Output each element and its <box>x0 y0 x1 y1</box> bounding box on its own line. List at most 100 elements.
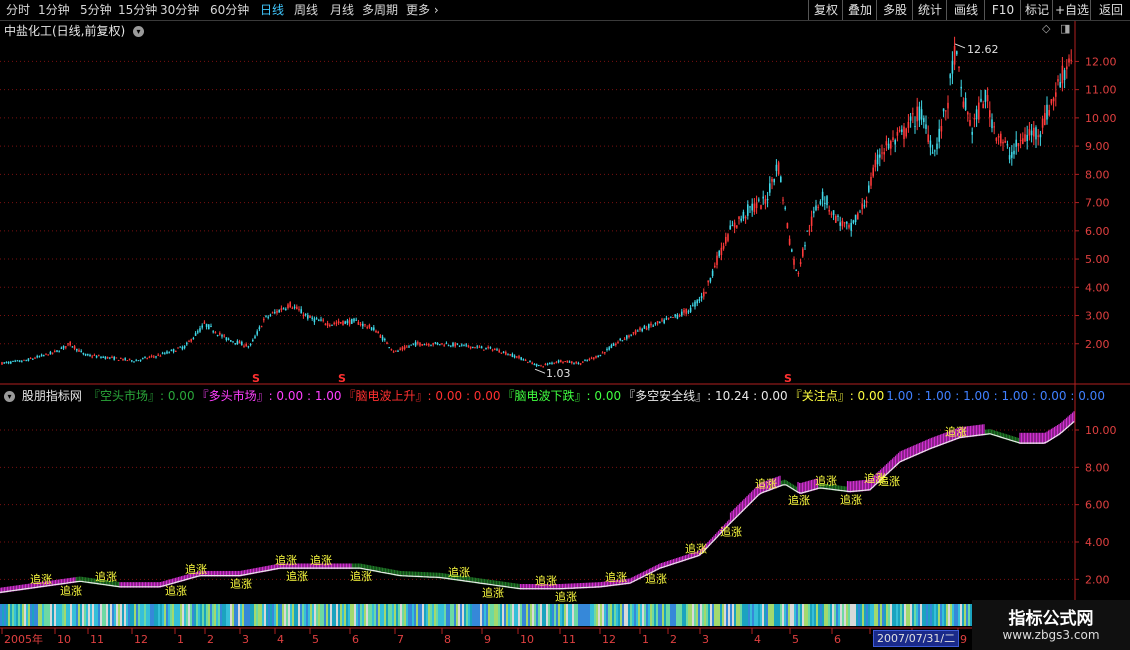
candle-body <box>892 137 894 141</box>
candle-body <box>381 336 384 341</box>
toolbar-button-5[interactable]: F10 <box>984 0 1021 20</box>
candle-body <box>265 315 267 317</box>
main-tick-label-0: 2.00 <box>1085 338 1110 351</box>
candle-body <box>1033 127 1035 137</box>
stripe-bar <box>54 604 56 626</box>
tag-label-17: 追涨 <box>720 524 742 538</box>
stripe-bar <box>456 604 458 626</box>
candle-body <box>98 355 100 357</box>
candle-body <box>447 345 450 347</box>
candle-body <box>280 308 283 311</box>
toolbar-button-3[interactable]: 统计 <box>912 0 947 20</box>
stripe-bar <box>956 604 958 626</box>
tag-label-5: 追涨 <box>230 577 252 591</box>
toolbar-button-7[interactable]: +自选 <box>1052 0 1091 20</box>
stripe-bar <box>814 604 816 626</box>
toolbar-button-8[interactable]: 返回 <box>1090 0 1130 20</box>
candle-body <box>7 361 10 364</box>
stripe-bar <box>414 604 416 626</box>
candle-body <box>194 333 197 336</box>
stripe-bar <box>188 604 190 626</box>
stripe-bar <box>96 604 98 626</box>
stripe-bar <box>388 604 390 626</box>
tag-label-0: 追涨 <box>30 572 52 586</box>
stripe-bar <box>684 604 686 626</box>
candle-body <box>366 327 368 329</box>
candle-body <box>144 357 146 359</box>
period-tab-7[interactable]: 周线 <box>294 0 318 20</box>
period-tab-9[interactable]: 多周期 <box>362 0 398 20</box>
stripe-bar <box>878 604 880 626</box>
period-tab-6[interactable]: 日线 <box>260 0 284 20</box>
stripe-bar <box>930 604 932 626</box>
candle-body <box>663 319 665 324</box>
toolbar-button-2[interactable]: 多股 <box>876 0 913 20</box>
candle-body <box>964 97 967 110</box>
period-tab-1[interactable]: 1分钟 <box>38 0 70 20</box>
candle-body <box>817 206 819 208</box>
candle-body <box>821 191 824 201</box>
stripe-bar <box>462 604 464 626</box>
period-tab-4[interactable]: 30分钟 <box>160 0 199 20</box>
toolbar-button-4[interactable]: 画线 <box>946 0 985 20</box>
date-tick-label-13: 10 <box>520 633 534 646</box>
candle-body <box>111 356 113 358</box>
tag-label-21: 追涨 <box>840 493 862 507</box>
candle-body <box>364 324 366 326</box>
stripe-bar <box>166 604 168 626</box>
period-tab-0[interactable]: 分时 <box>6 0 30 20</box>
period-tab-10[interactable]: 更多 › <box>406 0 439 20</box>
candle-body <box>969 120 971 126</box>
candle-body <box>956 51 958 55</box>
candle-body <box>606 348 608 350</box>
stripe-bar <box>354 604 356 626</box>
stripe-bar <box>494 604 496 626</box>
stripe-bar <box>554 604 556 626</box>
candle-body <box>201 325 203 328</box>
date-tick-label-21: 6 <box>834 633 841 646</box>
stripe-bar <box>384 604 386 626</box>
stripe-bar <box>552 604 554 626</box>
period-tab-5[interactable]: 60分钟 <box>210 0 249 20</box>
stripe-bar <box>336 604 338 626</box>
stripe-bar <box>528 604 530 626</box>
candle-body <box>172 349 175 352</box>
stripe-bar <box>344 604 346 626</box>
high-marker <box>954 43 966 49</box>
candle-body <box>524 359 527 361</box>
stripe-bar <box>676 604 678 626</box>
chevron-down-icon[interactable]: ▾ <box>4 391 15 402</box>
stripe-bar <box>260 604 262 626</box>
candle-body <box>711 270 714 276</box>
diamond-icon[interactable]: ◇ <box>1042 22 1050 35</box>
main-tick-label-7: 9.00 <box>1085 140 1110 153</box>
toolbar-button-0[interactable]: 复权 <box>808 0 843 20</box>
candle-body <box>256 331 258 335</box>
stripe-bar <box>228 604 230 626</box>
stripe-bar <box>926 604 928 626</box>
period-tab-3[interactable]: 15分钟 <box>118 0 157 20</box>
candle-body <box>1070 59 1072 61</box>
chevron-down-icon[interactable]: ▾ <box>133 26 145 37</box>
toolbar-button-1[interactable]: 叠加 <box>842 0 877 20</box>
stripe-bar <box>144 604 146 626</box>
period-tab-2[interactable]: 5分钟 <box>80 0 112 20</box>
stripe-bar <box>84 604 86 626</box>
period-tab-8[interactable]: 月线 <box>330 0 354 20</box>
candle-body <box>500 352 503 354</box>
candle-body <box>859 211 861 213</box>
candle-body <box>335 322 338 324</box>
candle-body <box>425 344 428 346</box>
panel-toggle-icon[interactable]: ◨ <box>1060 22 1070 35</box>
candle-body <box>674 314 676 317</box>
toolbar-button-6[interactable]: 标记 <box>1020 0 1053 20</box>
candle-body <box>40 354 43 357</box>
candle-body <box>652 325 654 327</box>
stripe-bar <box>206 604 208 626</box>
date-tick-label-5: 2 <box>207 633 214 646</box>
candle-body <box>49 351 52 355</box>
date-tick-label-0: 2005年 <box>4 632 43 646</box>
date-tick-label-19: 4 <box>754 633 761 646</box>
candle-body <box>681 311 683 316</box>
stripe-bar <box>710 604 712 626</box>
